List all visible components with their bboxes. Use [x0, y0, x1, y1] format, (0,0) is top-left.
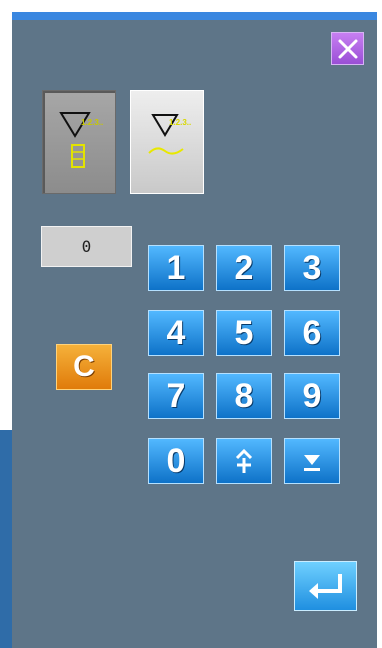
key-9[interactable]: 9 [284, 373, 340, 419]
wave-pattern-mode-button[interactable]: 1.2.3.. [130, 90, 204, 194]
clear-button[interactable]: C [56, 344, 112, 390]
key-5[interactable]: 5 [216, 310, 272, 356]
key-0[interactable]: 0 [148, 438, 204, 484]
stitch-pattern-mode-button[interactable]: 1.2.3.. [42, 90, 116, 194]
close-button[interactable] [331, 32, 364, 65]
key-7[interactable]: 7 [148, 373, 204, 419]
key-8[interactable]: 8 [216, 373, 272, 419]
close-icon [338, 39, 357, 58]
value-display: 0 [41, 226, 132, 267]
title-bar [12, 12, 377, 20]
wave-icon: 1.2.3.. [148, 114, 191, 155]
mode-label: 1.2.3.. [81, 118, 103, 127]
key-2[interactable]: 2 [216, 245, 272, 291]
key-4[interactable]: 4 [148, 310, 204, 356]
enter-icon [308, 574, 342, 599]
window-edge [0, 430, 12, 648]
plus-arrow-icon [235, 448, 253, 473]
down-arrow-icon [304, 455, 320, 471]
plus-button[interactable] [216, 438, 272, 484]
key-1[interactable]: 1 [148, 245, 204, 291]
key-6[interactable]: 6 [284, 310, 340, 356]
enter-button[interactable] [294, 561, 357, 611]
key-3[interactable]: 3 [284, 245, 340, 291]
mode-label: 1.2.3.. [169, 118, 191, 127]
down-button[interactable] [284, 438, 340, 484]
stitch-pattern-icon: 1.2.3.. [59, 112, 103, 168]
app-frame: 1.2.3.. 1.2.3.. 0 C 1 2 3 4 5 6 7 8 9 0 [0, 0, 382, 648]
